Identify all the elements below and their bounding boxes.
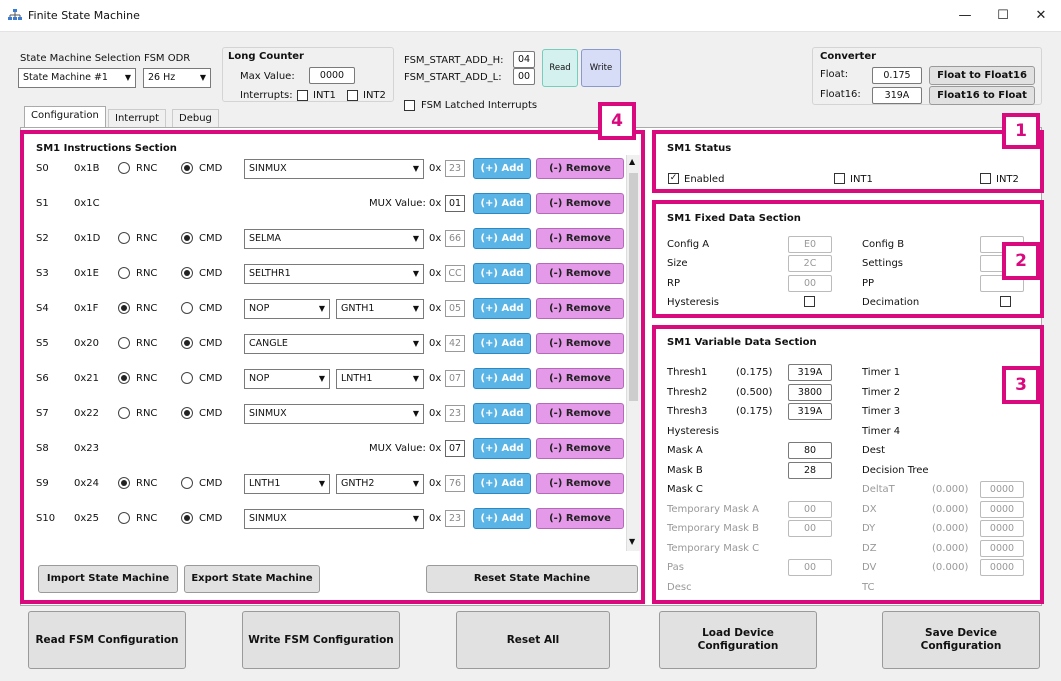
fsm-odr-dropdown[interactable]: 26 Hz ▼ <box>143 68 211 88</box>
write-button[interactable]: Write <box>581 49 621 87</box>
highlight-box-4 <box>20 130 645 604</box>
badge-4: 4 <box>598 102 636 140</box>
sm-selection-label: State Machine Selection <box>20 53 141 64</box>
start-add-h-input[interactable]: 04 <box>513 51 535 68</box>
read-fsm-configuration-button[interactable]: Read FSM Configuration <box>28 611 186 669</box>
app-network-icon <box>8 9 22 20</box>
float-to-float16-button[interactable]: Float to Float16 <box>929 66 1035 85</box>
tab-interrupt[interactable]: Interrupt <box>108 109 167 127</box>
fsm-odr-value: 26 Hz <box>148 72 176 83</box>
float16-label: Float16: <box>820 89 861 100</box>
lc-int1-label: INT1 <box>313 90 336 101</box>
float-input[interactable]: 0.175 <box>872 67 922 84</box>
float16-input[interactable]: 319A <box>872 87 922 104</box>
fsm-latched-checkbox[interactable] <box>404 100 415 111</box>
reset-all-button[interactable]: Reset All <box>456 611 610 669</box>
max-value-label: Max Value: <box>240 71 295 82</box>
long-counter-title: Long Counter <box>228 51 304 62</box>
highlight-box-3 <box>652 325 1044 604</box>
start-add-l-input[interactable]: 00 <box>513 68 535 85</box>
converter-title: Converter <box>820 51 877 62</box>
lc-int1-checkbox[interactable] <box>297 90 308 101</box>
interrupts-label: Interrupts: <box>240 90 293 101</box>
start-add-l-label: FSM_START_ADD_L: <box>404 72 502 83</box>
sm-selection-dropdown[interactable]: State Machine #1 ▼ <box>18 68 136 88</box>
float16-to-float-button[interactable]: Float16 to Float <box>929 86 1035 105</box>
sm-selection-value: State Machine #1 <box>23 72 108 83</box>
minimize-button[interactable]: — <box>950 6 980 26</box>
badge-3: 3 <box>1002 366 1040 404</box>
highlight-box-1 <box>652 130 1044 193</box>
read-button[interactable]: Read <box>542 49 578 87</box>
fsm-latched-label: FSM Latched Interrupts <box>421 100 538 111</box>
load-device-configuration-button[interactable]: Load Device Configuration <box>659 611 817 669</box>
close-button[interactable]: ✕ <box>1026 6 1056 26</box>
fsm-odr-label: FSM ODR <box>144 53 191 64</box>
title-bar: Finite State Machine — ☐ ✕ <box>0 0 1061 32</box>
badge-2: 2 <box>1002 242 1040 280</box>
window-title: Finite State Machine <box>28 9 140 22</box>
chevron-down-icon: ▼ <box>124 73 132 82</box>
highlight-box-2 <box>652 200 1044 318</box>
tab-debug[interactable]: Debug <box>172 109 219 127</box>
lc-int2-checkbox[interactable] <box>347 90 358 101</box>
max-value-input[interactable]: 0000 <box>309 67 355 84</box>
lc-int2-label: INT2 <box>363 90 386 101</box>
save-device-configuration-button[interactable]: Save Device Configuration <box>882 611 1040 669</box>
start-add-h-label: FSM_START_ADD_H: <box>404 55 504 66</box>
chevron-down-icon: ▼ <box>199 73 207 82</box>
tab-configuration[interactable]: Configuration <box>24 106 106 127</box>
float-label: Float: <box>820 69 849 80</box>
write-fsm-configuration-button[interactable]: Write FSM Configuration <box>242 611 400 669</box>
maximize-button[interactable]: ☐ <box>988 6 1018 26</box>
badge-1: 1 <box>1002 113 1040 149</box>
